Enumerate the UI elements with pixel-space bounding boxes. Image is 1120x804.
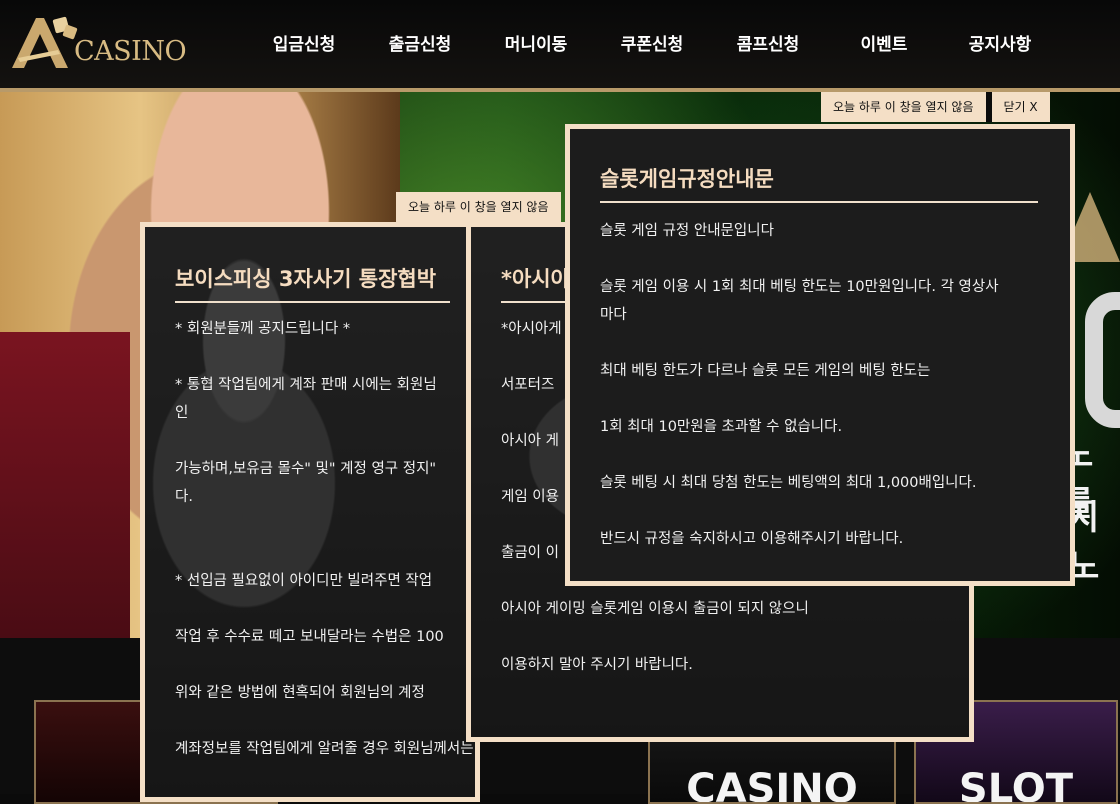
- popup-line: 슬롯 게임 규정 안내문입니다: [600, 223, 774, 239]
- popup-line: 계좌정보를 작업팀에게 알려줄 경우 회원님께서는 약속된: [175, 741, 475, 757]
- popup-line-gap: [175, 511, 450, 539]
- popup-line: 위와 같은 방법에 현혹되어 회원님의 계정: [175, 685, 425, 701]
- popup-line: 가능하며,보유금 몰수" 및" 계정 영구 정지": [175, 461, 437, 477]
- popup-line: 반드시 규정을 숙지하시고 이용해주시기 바랍니다.: [600, 531, 904, 547]
- popup-line-gap: [175, 707, 450, 735]
- popup-line: 이용하지 말아 주시기 바랍니다.: [501, 657, 693, 673]
- tile-slot-label: SLOT: [958, 766, 1074, 804]
- popup1-controls: 오늘 하루 이 창을 열지 않음: [396, 192, 561, 222]
- nav-event[interactable]: 이벤트: [826, 30, 942, 60]
- popup-line: 작업 후 수수료 떼고 보내달라는 수법은 100: [175, 629, 444, 645]
- popup-line: * 회원분들께 공지드립니다 *: [175, 321, 351, 337]
- popup-line-gap: [175, 427, 450, 455]
- logo-text: CASINO: [74, 36, 187, 67]
- logo-a-dice-icon: [12, 16, 78, 68]
- popup-line-gap: [501, 623, 944, 651]
- popup-line-gap: [600, 441, 1038, 469]
- popup-line: * 통협 작업팀에게 계좌 판매 시에는 회원님: [175, 377, 437, 393]
- popup-line: 다.: [175, 489, 193, 505]
- popup-line: 아시아 게이밍 슬롯게임 이용시 출금이 되지 않으니: [501, 601, 809, 617]
- nav-comp[interactable]: 콤프신청: [710, 30, 826, 60]
- main-nav: 입금신청 출금신청 머니이동 쿠폰신청 콤프신청 이벤트 공지사항: [246, 30, 1058, 60]
- popup-line-gap: [600, 385, 1038, 413]
- popup-line: 최대 베팅 한도가 다르나 슬롯 모든 게임의 베팅 한도는: [600, 363, 931, 379]
- popup-line-gap: [600, 245, 1038, 273]
- popup-title: 보이스피싱 3자사기 통장협박: [175, 263, 450, 303]
- popup-slot-rules: 슬롯게임규정안내문 슬롯 게임 규정 안내문입니다 슬롯 게임 이용 시 1회 …: [565, 124, 1075, 586]
- popup-line: 1회 최대 10만원을 초과할 수 없습니다.: [600, 419, 843, 435]
- popup-line: 슬롯 베팅 시 최대 당첨 한도는 베팅액의 최대 1,000배입니다.: [600, 475, 977, 491]
- popup-line-gap: [175, 651, 450, 679]
- nav-money-transfer[interactable]: 머니이동: [478, 30, 594, 60]
- casino-logo[interactable]: CASINO: [8, 12, 188, 72]
- popup-line-gap: [175, 539, 450, 567]
- popup3-close-button[interactable]: 닫기 X: [991, 92, 1050, 122]
- hero-text-line2: 지노: [1068, 498, 1100, 587]
- popup-title: 슬롯게임규정안내문: [600, 163, 1038, 203]
- popup1-no-show-today-button[interactable]: 오늘 하루 이 창을 열지 않음: [396, 192, 561, 222]
- popup-line: * 선입금 필요없이 아이디만 빌려주면 작업: [175, 573, 433, 589]
- popup-line: 슬롯 게임 이용 시 1회 최대 베팅 한도는 10만원입니다. 각 영상사: [600, 279, 999, 295]
- tile-casino-label: CASINO: [686, 766, 858, 804]
- popup-voice-phishing: 보이스피싱 3자사기 통장협박 * 회원분들께 공지드립니다 * * 통협 작업…: [140, 222, 480, 802]
- nav-withdraw[interactable]: 출금신청: [362, 30, 478, 60]
- hero-big-letter: [1085, 292, 1120, 428]
- popup-line-gap: [600, 497, 1038, 525]
- site-header: CASINO 입금신청 출금신청 머니이동 쿠폰신청 콤프신청 이벤트 공지사항: [0, 0, 1120, 92]
- popup-line: 마다: [600, 307, 627, 323]
- popup-line-gap: [175, 595, 450, 623]
- popup-line-gap: [600, 329, 1038, 357]
- popup3-no-show-today-button[interactable]: 오늘 하루 이 창을 열지 않음: [821, 92, 986, 122]
- hero-model-dress: [0, 332, 130, 638]
- nav-coupon[interactable]: 쿠폰신청: [594, 30, 710, 60]
- nav-deposit[interactable]: 입금신청: [246, 30, 362, 60]
- nav-notice[interactable]: 공지사항: [942, 30, 1058, 60]
- popup-line-gap: [175, 343, 450, 371]
- popup3-controls: 오늘 하루 이 창을 열지 않음 닫기 X: [821, 92, 1050, 122]
- popup-line: 인: [175, 405, 189, 421]
